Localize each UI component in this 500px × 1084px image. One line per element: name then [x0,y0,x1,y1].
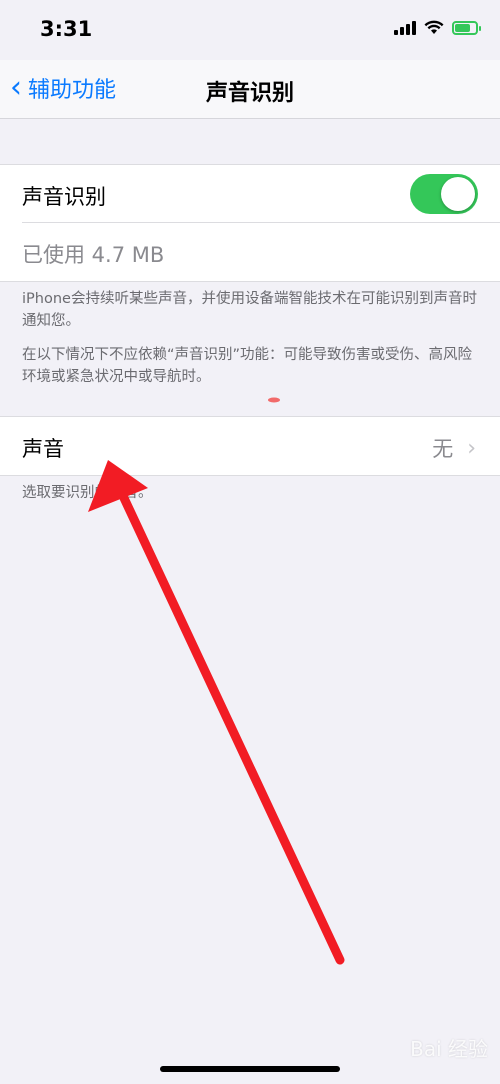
storage-used-label: 已使用 4.7 MB [22,243,165,267]
cellular-signal-icon [394,20,416,35]
sound-recognition-row: 声音识别 [0,165,500,223]
baidu-watermark: Bai 经验 [410,1037,488,1061]
status-icons [394,20,481,35]
toggle-knob [441,177,475,211]
sounds-row[interactable]: 声音 无 › [0,417,500,475]
sounds-footer-note: 选取要识别的声音。 [22,485,153,501]
sounds-group: 声音 无 › [0,416,500,476]
sound-recognition-toggle[interactable] [410,174,478,214]
chevron-right-icon: › [467,435,476,461]
home-indicator[interactable] [160,1066,340,1072]
status-time: 3:31 [40,17,93,41]
footer-note-paragraph-2: 在以下情况下不应依赖“声音识别”功能：可能导致伤害或受伤、高风险环境或紧急状况中… [22,347,473,385]
sound-recognition-group: 声音识别 已使用 4.7 MB [0,164,500,282]
navigation-bar: ‹ 辅助功能 声音识别 [0,60,500,119]
sounds-value-text: 无 [432,437,454,461]
sounds-label: 声音 [22,437,64,461]
red-annotation-arrow [88,397,345,965]
sounds-value: 无 › [432,433,476,463]
footer-note-paragraph-1: iPhone会持续听某些声音，并使用设备端智能技术在可能识别到声音时通知您。 [22,291,477,329]
battery-icon [452,20,481,35]
page-title: 声音识别 [205,81,294,106]
storage-row: 已使用 4.7 MB [0,223,500,281]
status-bar: 3:31 [0,0,500,60]
sound-recognition-label: 声音识别 [22,185,106,209]
wifi-icon [424,20,444,34]
